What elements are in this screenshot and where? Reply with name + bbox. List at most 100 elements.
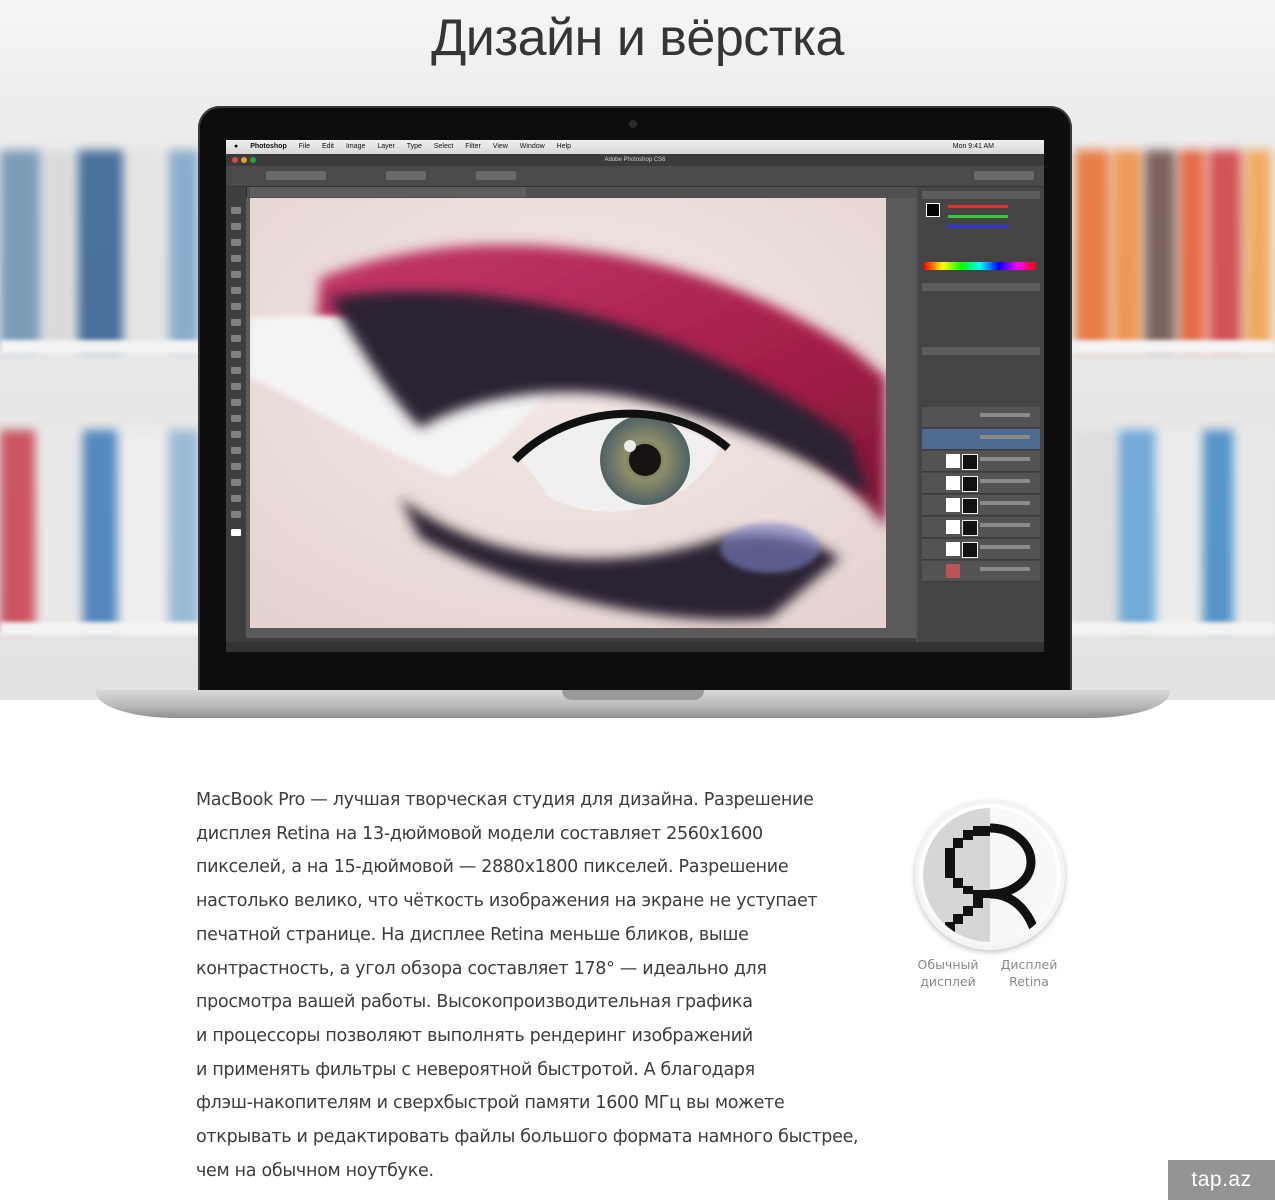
lid-opening-notch <box>562 690 704 700</box>
menu-layer[interactable]: Layer <box>377 143 395 150</box>
caption-line: Дисплей <box>1000 957 1058 972</box>
eye-photo-svg <box>250 198 886 628</box>
zoom-tool-icon[interactable] <box>231 511 241 518</box>
description-line: и применять фильтры с невероятной быстро… <box>196 1059 755 1080</box>
macbook-base <box>96 690 1170 718</box>
crop-tool-icon[interactable] <box>231 271 241 278</box>
standard-display-caption: Обычный дисплей <box>906 956 990 990</box>
menu-window[interactable]: Window <box>520 143 545 150</box>
red-slider[interactable] <box>948 205 1008 208</box>
description-line: дисплея Retina на 13-дюймовой модели сос… <box>196 823 763 844</box>
bookshelf-left-bottom <box>0 430 199 630</box>
options-bar <box>226 166 1044 187</box>
layer-row[interactable] <box>922 451 1040 472</box>
description-line: пикселей, а на 15-дюймовой — 2880x1800 п… <box>196 857 789 878</box>
blur-tool-icon[interactable] <box>231 399 241 406</box>
shelf-board <box>1070 340 1275 354</box>
menu-photoshop[interactable]: Photoshop <box>250 143 287 150</box>
menu-image[interactable]: Image <box>346 143 365 150</box>
bookshelf-right-top <box>1075 150 1271 350</box>
shelf-board <box>0 340 200 354</box>
window-titlebar: Adobe Photoshop CS6 <box>226 154 1044 166</box>
menu-file[interactable]: File <box>299 143 310 150</box>
description-line: чем на обычном ноутбуке. <box>196 1160 434 1181</box>
caption-line: дисплей <box>920 974 976 989</box>
lasso-tool-icon[interactable] <box>231 239 241 246</box>
menu-type[interactable]: Type <box>407 143 422 150</box>
color-spectrum[interactable] <box>924 262 1036 270</box>
menu-filter[interactable]: Filter <box>465 143 481 150</box>
description-line: контрастность, а угол обзора составляет … <box>196 958 767 979</box>
retina-comparison-badge <box>915 800 1065 950</box>
eye-makeup-photo <box>250 198 886 628</box>
move-tool-icon[interactable] <box>231 207 241 214</box>
history-brush-icon[interactable] <box>231 351 241 358</box>
description-line: флэш-накопителям и сверхбыстрой памяти 1… <box>196 1093 785 1114</box>
mode-select[interactable] <box>266 171 326 180</box>
path-select-tool-icon[interactable] <box>231 463 241 470</box>
opacity-field[interactable] <box>386 171 426 180</box>
gradient-tool-icon[interactable] <box>231 383 241 390</box>
shelf-board <box>1070 622 1275 636</box>
color-swatch-icon[interactable] <box>231 529 241 536</box>
layer-row[interactable] <box>922 473 1040 494</box>
layer-row[interactable] <box>922 429 1040 450</box>
menu-select[interactable]: Select <box>434 143 453 150</box>
bookshelf-right-bottom <box>1075 430 1275 630</box>
green-slider[interactable] <box>948 215 1008 218</box>
dodge-tool-icon[interactable] <box>231 415 241 422</box>
layer-row[interactable] <box>922 561 1040 582</box>
right-panels <box>918 187 1044 652</box>
healing-tool-icon[interactable] <box>231 303 241 310</box>
mac-menubar: ● Photoshop File Edit Image Layer Type S… <box>226 140 1044 154</box>
hand-tool-icon[interactable] <box>231 495 241 502</box>
camera-icon <box>629 120 637 128</box>
brush-tool-icon[interactable] <box>231 319 241 326</box>
retina-display-caption: Дисплей Retina <box>994 956 1064 990</box>
layer-row[interactable] <box>922 495 1040 516</box>
caption-line: Retina <box>1009 974 1049 989</box>
document-tab[interactable] <box>250 187 526 197</box>
eraser-tool-icon[interactable] <box>231 367 241 374</box>
description-line: просмотра вашей работы. Высокопроизводит… <box>196 992 753 1013</box>
description-line: и процессоры позволяют выполнять рендери… <box>196 1025 753 1046</box>
blue-slider[interactable] <box>948 225 1008 228</box>
pen-tool-icon[interactable] <box>231 431 241 438</box>
stamp-tool-icon[interactable] <box>231 335 241 342</box>
description-line: настолько велико, что чёткость изображен… <box>196 891 818 912</box>
description-paragraph: MacBook Pro — лучшая творческая студия д… <box>196 784 896 1188</box>
layer-row[interactable] <box>922 407 1040 428</box>
bottom-panel-tabs <box>226 642 1044 652</box>
retina-comparison-lens <box>923 808 1057 942</box>
zoom-icon[interactable] <box>250 157 256 163</box>
shelf-board <box>0 622 200 636</box>
type-tool-icon[interactable] <box>231 447 241 454</box>
menu-view[interactable]: View <box>493 143 508 150</box>
window-title: Adobe Photoshop CS6 <box>604 157 666 163</box>
description-line: MacBook Pro — лучшая творческая студия д… <box>196 790 814 810</box>
pixel-vs-retina-glyph-icon <box>945 823 1040 934</box>
layer-row[interactable] <box>922 517 1040 538</box>
eyedropper-tool-icon[interactable] <box>231 287 241 294</box>
shape-tool-icon[interactable] <box>231 479 241 486</box>
watermark-logo: tap.az <box>1168 1160 1275 1200</box>
close-icon[interactable] <box>232 157 238 163</box>
menu-help[interactable]: Help <box>557 143 571 150</box>
flow-field[interactable] <box>476 171 516 180</box>
tools-panel <box>226 187 247 652</box>
quick-select-tool-icon[interactable] <box>231 255 241 262</box>
caption-line: Обычный <box>917 957 979 972</box>
layers-panel-tab[interactable] <box>922 347 1040 355</box>
window-controls <box>232 157 256 163</box>
layer-row[interactable] <box>922 539 1040 560</box>
foreground-color-icon[interactable] <box>926 203 940 217</box>
workspace-select[interactable] <box>974 171 1034 180</box>
menubar-clock: Mon 9:41 AM <box>952 143 994 150</box>
adjustments-panel-tab[interactable] <box>922 283 1040 291</box>
minimize-icon[interactable] <box>241 157 247 163</box>
description-line: открывать и редактировать файлы большого… <box>196 1127 859 1148</box>
color-panel-tab[interactable] <box>922 191 1040 199</box>
apple-icon[interactable]: ● <box>234 143 238 150</box>
marquee-tool-icon[interactable] <box>231 223 241 230</box>
menu-edit[interactable]: Edit <box>322 143 334 150</box>
